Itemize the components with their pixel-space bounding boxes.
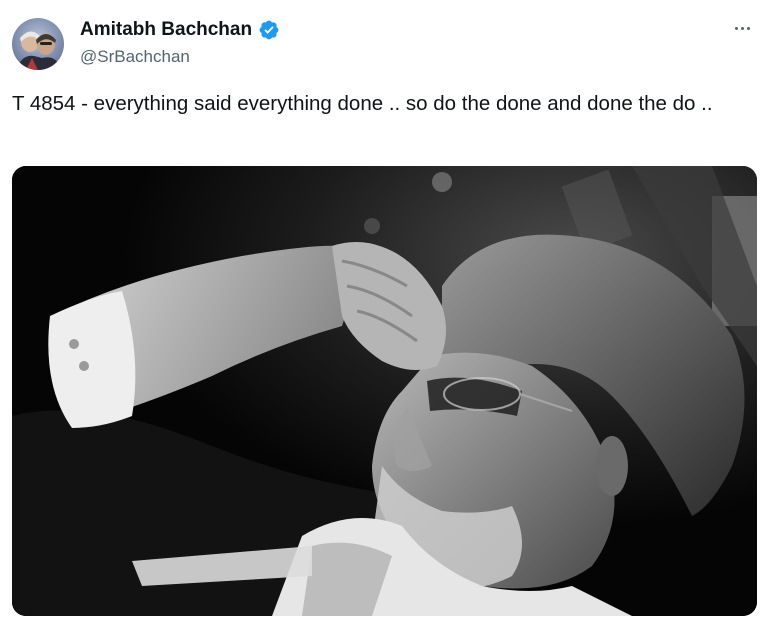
author-handle[interactable]: @SrBachchan (80, 47, 190, 67)
tweet-text: T 4854 - everything said everything done… (12, 92, 713, 115)
photo-image (12, 166, 757, 616)
author-name-row: Amitabh Bachchan (80, 19, 280, 41)
author-display-name[interactable]: Amitabh Bachchan (80, 19, 252, 41)
more-dot (740, 26, 744, 30)
more-dot (746, 26, 750, 30)
verified-badge-icon (258, 19, 280, 41)
more-options-button[interactable] (727, 16, 757, 40)
avatar-image (12, 18, 64, 70)
author-avatar[interactable] (12, 18, 64, 70)
more-horizontal-icon (734, 26, 738, 30)
tweet-photo[interactable] (12, 166, 757, 616)
tweet-card: Amitabh Bachchan @SrBachchan T 4854 - ev… (0, 0, 777, 626)
